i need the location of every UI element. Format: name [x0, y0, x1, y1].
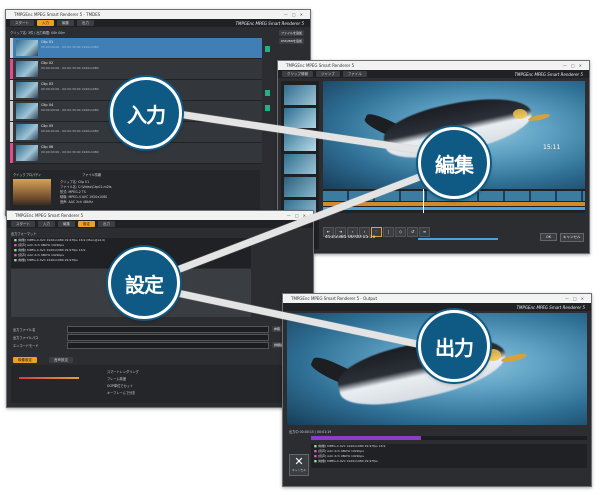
- tab-input[interactable]: 入力: [38, 221, 55, 227]
- tab-video-settings[interactable]: 映像設定: [13, 357, 37, 363]
- badge-output: 出力: [418, 310, 490, 382]
- close-icon: ✕: [294, 455, 304, 468]
- input-window-title: TMPGEnc MPEG Smart Renderer 5 - TMDES: [14, 12, 101, 17]
- undo-button[interactable]: ↺: [407, 227, 418, 237]
- window-controls[interactable]: —□✕: [565, 294, 588, 303]
- tab-audio-settings[interactable]: 音声設定: [49, 357, 73, 363]
- tab-output[interactable]: 出力: [98, 221, 115, 227]
- options-panel: スマートレンダリング フレーム精度 GOP単位でカット キーフレームで分割: [11, 365, 307, 403]
- clip-thumbnail: [16, 124, 38, 140]
- progress-fill: [311, 436, 422, 440]
- tab-start[interactable]: スタート: [11, 221, 35, 227]
- tab-edit[interactable]: 編集: [57, 20, 74, 26]
- clip-thumbnail: [16, 40, 38, 56]
- browse-button[interactable]: 参照: [272, 326, 283, 332]
- progress-track: [311, 436, 587, 440]
- output-filename-label: 出力ファイル名: [13, 328, 36, 332]
- clip-thumbnail: [16, 61, 38, 77]
- clip-thumbnail: [16, 145, 38, 161]
- output-window-titlebar: TMPGEnc MPEG Smart Renderer 5 - Output —…: [283, 294, 591, 303]
- split-button[interactable]: ¦: [383, 227, 394, 237]
- clip-thumbnail: [16, 82, 38, 98]
- tab-edit[interactable]: 編集: [58, 221, 75, 227]
- output-filename-field[interactable]: [67, 326, 269, 333]
- playback-bar[interactable]: [418, 238, 498, 240]
- badge-edit: 編集: [418, 127, 490, 199]
- playhead-marker[interactable]: [423, 189, 424, 213]
- encode-mode-select[interactable]: [67, 342, 269, 349]
- brand-logo: TMPGEnc MPEG Smart Renderer 5: [235, 20, 304, 26]
- quick-property-label: クイックプロパティ: [13, 173, 42, 177]
- progress-label: 出力中 00:00:15 / 00:01:19: [289, 430, 332, 434]
- menu-button[interactable]: ≡: [419, 227, 430, 237]
- add-disc-button[interactable]: DVD/BDを追加: [279, 38, 304, 44]
- preview-thumbnail: [13, 179, 51, 207]
- brand-logo: TMPGEnc MPEG Smart Renderer 5: [514, 71, 583, 77]
- clip-info-button[interactable]: クリップ情報: [282, 71, 313, 77]
- settings-menubar: スタート 入力 編集 設定 出力: [7, 220, 313, 228]
- badge-settings: 設定: [108, 247, 180, 319]
- cancel-button[interactable]: キャンセル: [560, 233, 584, 242]
- output-log-panel: ■ [映像] MPEG-4 AVC 1920x1080 29.97fps 16:…: [311, 444, 587, 468]
- window-controls[interactable]: —□✕: [284, 10, 307, 19]
- quick-property-panel: クイックプロパティ ファイル情報 クリップ名: Clip 01 ファイル名: C…: [10, 170, 260, 212]
- cut-edit-icon[interactable]: [265, 46, 270, 52]
- settings-window-titlebar: TMPGEnc MPEG Smart Renderer 5 —□✕: [7, 211, 313, 220]
- clip-thumbnail: [16, 103, 38, 119]
- file-info-label: ファイル情報: [82, 173, 102, 177]
- brand-logo: TMPGEnc MPEG Smart Renderer 5: [516, 304, 585, 310]
- clip-list-header: クリップ名: 3件 | 出力時間: 00h 00m: [10, 31, 66, 35]
- output-window-title: TMPGEnc MPEG Smart Renderer 5 - Output: [291, 296, 378, 301]
- edit-window-title: TMPGEnc MPEG Smart Renderer 5: [286, 63, 355, 68]
- slider-bar[interactable]: [19, 377, 79, 379]
- encode-mode-label: エンコードモード: [13, 344, 39, 348]
- clip-item[interactable]: Clip 02 00:00:00:00 - 00:00:30:00 1920x10…: [10, 59, 262, 80]
- current-timecode: 453/2385 00:00:15.11: [325, 235, 376, 240]
- chapter-button[interactable]: ◇: [395, 227, 406, 237]
- cut-edit-icon[interactable]: [265, 105, 270, 111]
- output-menubar: TMPGEnc MPEG Smart Renderer 5: [283, 303, 591, 311]
- add-file-button[interactable]: ファイルを追加: [278, 30, 304, 36]
- edit-toolbar: クリップ情報 ジャンプ ファイル TMPGEnc MPEG Smart Rend…: [278, 70, 589, 78]
- output-path-field[interactable]: [67, 334, 269, 341]
- tab-settings[interactable]: 設定: [78, 221, 95, 227]
- edit-controls: ⇤ ⇥ ‹ › ♡ ¦ ◇ ↺ ≡: [323, 218, 585, 237]
- input-window-titlebar: TMPGEnc MPEG Smart Renderer 5 - TMDES —□…: [6, 10, 310, 19]
- badge-input: 入力: [110, 77, 182, 149]
- ok-button[interactable]: OK: [540, 233, 558, 241]
- cancel-output-button[interactable]: ✕ キャンセル: [289, 454, 309, 476]
- timeline-ruler-selected: [323, 207, 585, 210]
- settings-window-title: TMPGEnc MPEG Smart Renderer 5: [15, 213, 84, 218]
- jump-button[interactable]: ジャンプ: [316, 71, 340, 77]
- input-menubar: スタート 入力 編集 出力 TMPGEnc MPEG Smart Rendere…: [6, 19, 310, 27]
- output-path-label: 出力ファイルパス: [13, 336, 39, 340]
- tab-start[interactable]: スタート: [10, 20, 34, 26]
- window-controls[interactable]: —□✕: [563, 61, 586, 70]
- file-button[interactable]: ファイル: [342, 71, 367, 77]
- format-panel-title: 出力フォーマット: [11, 232, 37, 236]
- clip-item[interactable]: Clip 01 00:00:00:00 - 00:00:30:00 1920x10…: [10, 38, 262, 59]
- edit-window-titlebar: TMPGEnc MPEG Smart Renderer 5 —□✕: [278, 61, 589, 70]
- cut-edit-icon[interactable]: [265, 90, 270, 96]
- tab-output[interactable]: 出力: [77, 20, 94, 26]
- overlay-timecode: 15:11: [543, 144, 561, 151]
- tab-input[interactable]: 入力: [37, 20, 54, 26]
